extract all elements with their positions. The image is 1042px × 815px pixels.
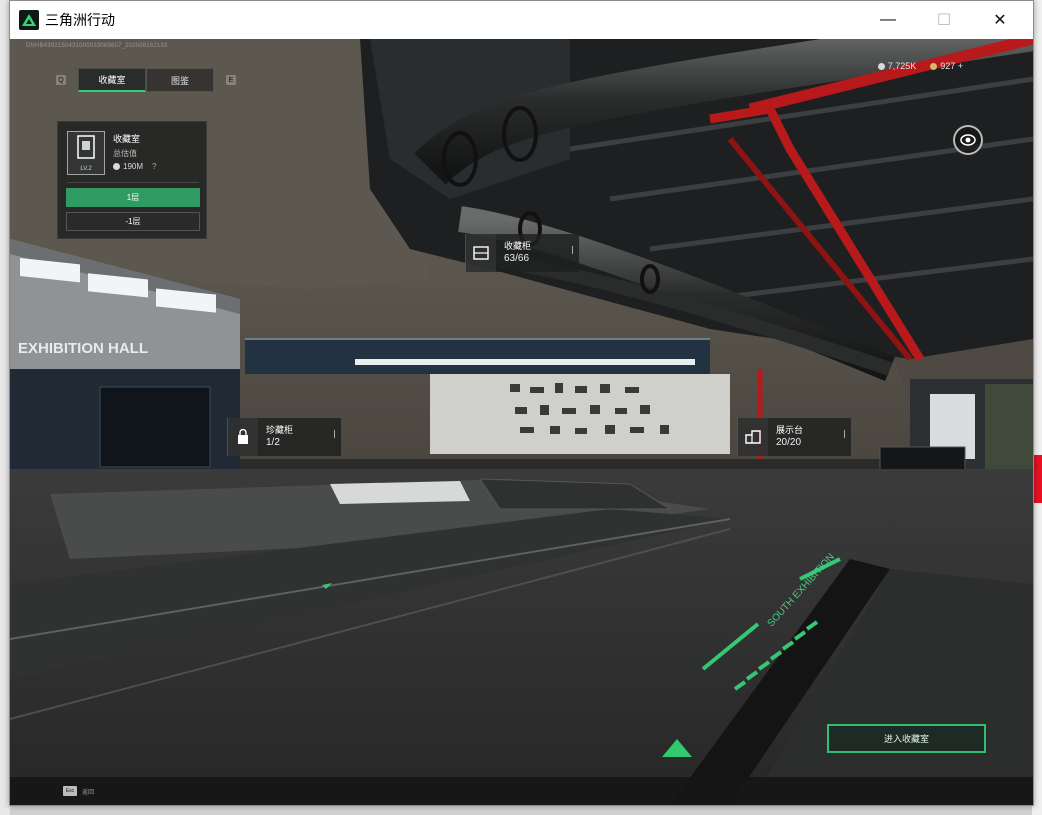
top-tabs: Q 收藏室 图鉴 E [56,68,236,92]
eye-icon [960,134,976,146]
room-thumbnail: LV.2 [67,131,105,175]
silver-currency: 7,725K [877,61,916,71]
game-window: 三角洲行动 — ☐ ✕ EXHIBITION HALL SOUTH EXHIBI… [9,0,1034,806]
tab-prev-key[interactable]: Q [56,75,66,85]
exhibition-hall-sign: EXHIBITION HALL [18,340,148,357]
room-info-card: LV.2 收藏室 总估值 190M ? 1层 -1层 [57,121,207,239]
maximize-button[interactable]: ☐ [921,1,967,39]
tag-divider [844,430,845,438]
window-title: 三角洲行动 [45,12,115,28]
silver-coin-icon [113,163,120,170]
tab-catalog[interactable]: 图鉴 [146,68,214,92]
tag-title: 珍藏柜 [266,425,294,435]
help-icon[interactable]: ? [152,162,156,171]
tag-count: 1/2 [266,437,280,448]
room-value: 190M ? [113,162,156,171]
room-name: 收藏室 [113,134,141,144]
tag-count: 63/66 [504,253,530,264]
view-toggle-button[interactable] [953,125,983,155]
tag-divider [572,246,573,254]
tag-rare-cabinet[interactable]: 珍藏柜 1/2 [227,418,341,456]
tag-divider [334,430,335,438]
tag-collection-cabinet[interactable]: 收藏柜 63/66 [465,234,579,272]
room-level: LV.2 [80,166,92,172]
tag-count: 20/20 [776,437,802,448]
minimize-icon: — [880,11,896,28]
gold-currency[interactable]: 927 + [930,61,963,71]
floor-1-button[interactable]: 1层 [66,188,200,207]
esc-key-icon[interactable]: Esc [63,786,77,796]
card-divider [67,182,199,183]
minimize-button[interactable]: — [865,1,911,39]
currency-display: 7,725K 927 + [877,61,963,71]
floor-minus1-button[interactable]: -1层 [66,212,200,231]
silver-coin-icon [877,62,885,70]
lock-icon [228,418,258,456]
tag-title: 收藏柜 [504,241,532,251]
cabinet-icon [77,135,95,159]
bottom-bar: Esc 返回 [10,777,1033,805]
back-label[interactable]: 返回 [82,787,94,796]
tag-display-stand[interactable]: 展示台 20/20 [737,418,851,456]
title-bar[interactable]: 三角洲行动 — ☐ ✕ [10,1,1033,39]
close-icon: ✕ [993,12,1007,29]
cabinet-icon [466,234,496,272]
tab-next-key[interactable]: E [226,75,236,85]
gold-coin-icon [930,62,938,70]
close-button[interactable]: ✕ [977,1,1023,39]
room-value-text: 190M [123,162,144,171]
tag-title: 展示台 [776,425,804,435]
tab-collection-room[interactable]: 收藏室 [78,68,146,92]
room-subtitle: 总估值 [113,149,137,158]
session-id: DNHB4392150431000033089607_202008162133 [26,43,168,49]
display-stand-icon [738,418,768,456]
enter-collection-room-button[interactable]: 进入收藏室 [827,724,986,753]
maximize-icon: ☐ [936,12,952,29]
forward-arrow-icon [662,739,692,757]
game-viewport[interactable]: EXHIBITION HALL SOUTH EXHIBITION DNHB439… [10,39,1033,805]
delta-force-logo-icon [19,10,39,30]
